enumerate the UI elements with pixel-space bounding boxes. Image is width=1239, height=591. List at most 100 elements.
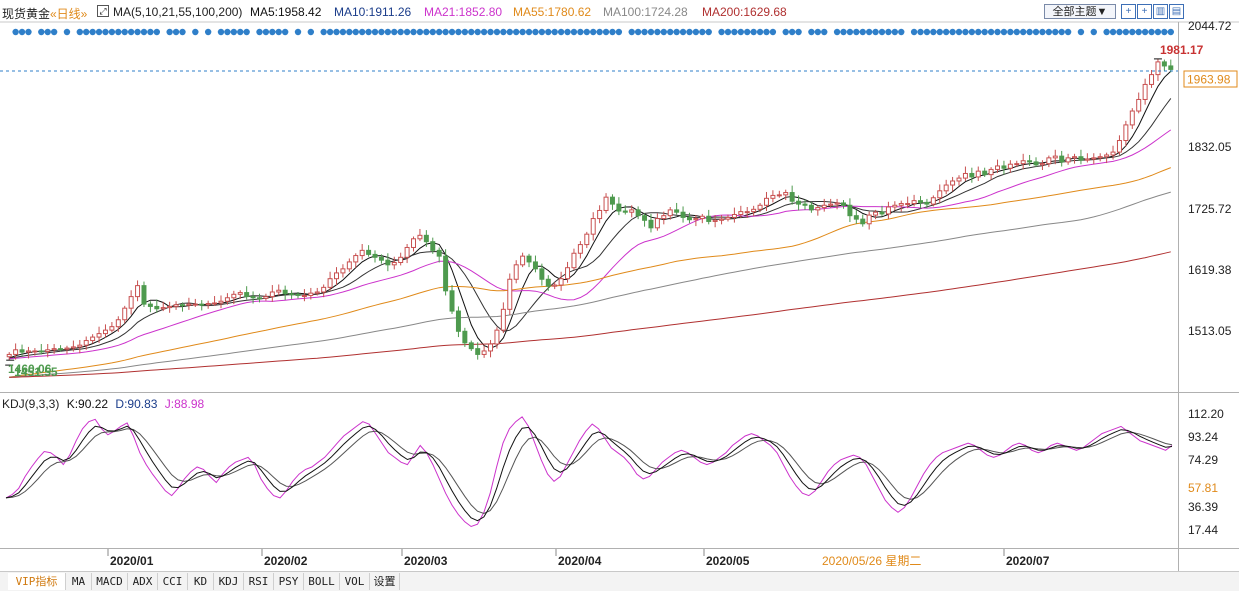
candle-body: [404, 246, 410, 258]
tab-psy[interactable]: PSY: [274, 573, 304, 590]
signal-dot: [590, 28, 597, 36]
candle-body: [295, 293, 301, 296]
signal-dot: [737, 28, 745, 36]
signal-dot: [352, 28, 359, 36]
signal-dot: [397, 28, 404, 36]
signal-dot: [230, 28, 238, 36]
candle-body: [128, 296, 134, 309]
candle-body: [160, 307, 166, 310]
signal-dot: [968, 28, 976, 36]
signal-dot: [461, 28, 469, 36]
ma21-line: [9, 129, 1172, 360]
signal-dot: [949, 28, 956, 36]
signal-dot: [358, 28, 366, 36]
candle-body: [224, 297, 230, 302]
candle-body: [1116, 140, 1122, 153]
candle-body: [494, 329, 500, 345]
signal-dot: [821, 28, 828, 36]
candle-body: [436, 249, 442, 257]
candle-body: [975, 170, 981, 178]
candle-body: [167, 305, 173, 309]
signal-dot: [1077, 28, 1085, 36]
candle-body: [982, 170, 988, 176]
signal-dot: [917, 28, 924, 36]
tab-设置[interactable]: 设置: [370, 573, 400, 590]
signal-dot: [416, 28, 424, 36]
signal-dot: [1141, 28, 1149, 36]
candle-body: [526, 255, 532, 263]
candle-body: [513, 264, 519, 280]
kdj-tick-label: 93.24: [1188, 430, 1218, 444]
signal-dot: [108, 28, 116, 36]
candle-body: [558, 278, 564, 286]
signal-dot: [147, 28, 154, 36]
candle-body: [192, 303, 198, 306]
tab-adx[interactable]: ADX: [128, 573, 158, 590]
candle-body: [635, 209, 641, 217]
tab-vol[interactable]: VOL: [340, 573, 370, 590]
tab-ma[interactable]: MA: [66, 573, 92, 590]
tab-vip指标[interactable]: VIP指标: [8, 573, 66, 590]
candle-body: [83, 340, 89, 346]
candle-body: [391, 262, 397, 266]
candle-body: [212, 302, 218, 305]
tab-kd[interactable]: KD: [188, 573, 214, 590]
signal-dot: [788, 28, 796, 36]
candle-body: [603, 196, 609, 211]
candle-body: [860, 218, 866, 225]
candle-body: [455, 310, 461, 332]
price-chart[interactable]: 1981.171451.551460.06 2044.721832.051725…: [0, 0, 1239, 571]
signal-dot: [442, 28, 449, 36]
signal-dot: [1090, 28, 1097, 36]
signal-dot: [750, 28, 757, 36]
signal-dot: [384, 28, 392, 36]
candle-body: [1059, 155, 1065, 163]
signal-dot: [121, 28, 128, 36]
signal-dot: [179, 28, 186, 36]
candle-body: [301, 294, 307, 297]
candle-body: [699, 215, 705, 220]
candle-body: [13, 349, 19, 355]
date-tick-label: 2020/03: [404, 554, 448, 568]
kdj-d-line: [5, 428, 1173, 515]
date-axis: 2020/01 2020/02 2020/03 2020/04 2020/05 2020/…: [107, 549, 1050, 568]
signal-dot: [435, 28, 443, 36]
candle-body: [443, 255, 449, 292]
tab-boll[interactable]: BOLL: [304, 573, 340, 590]
signal-dot: [38, 28, 45, 36]
signal-dot: [95, 28, 103, 36]
candle-body: [828, 203, 834, 206]
tab-cci[interactable]: CCI: [158, 573, 188, 590]
signal-dot: [1045, 28, 1053, 36]
signal-dot: [1122, 28, 1130, 36]
tab-kdj[interactable]: KDJ: [214, 573, 244, 590]
candle-body: [141, 285, 147, 305]
signal-dot: [557, 28, 565, 36]
tab-rsi[interactable]: RSI: [244, 573, 274, 590]
kdj-j-line: [5, 416, 1173, 528]
candle-body: [763, 197, 769, 206]
candle-body: [629, 209, 635, 213]
signal-dot: [634, 28, 642, 36]
kdj-k-line: [5, 425, 1173, 522]
candle-body: [911, 200, 917, 205]
signal-dot: [898, 28, 905, 36]
candle-body: [411, 238, 417, 248]
kdj-header: KDJ(9,3,3) K:90.22 D:90.83 J:88.98: [2, 397, 208, 411]
signal-dot: [1007, 28, 1014, 36]
signal-dot: [326, 28, 334, 36]
signal-dot: [50, 28, 58, 36]
candle-body: [449, 290, 455, 312]
candle-body: [1136, 98, 1142, 112]
tab-macd[interactable]: MACD: [92, 573, 128, 590]
signal-dot: [474, 28, 481, 36]
candle-body: [218, 300, 224, 304]
candle-body: [32, 350, 38, 353]
signal-dot: [769, 28, 777, 36]
signal-dot: [365, 28, 372, 36]
candle-body: [58, 348, 64, 351]
signal-dot: [512, 28, 520, 36]
candle-body: [90, 336, 96, 342]
signal-dot: [1039, 28, 1046, 36]
candle-body: [507, 278, 513, 310]
